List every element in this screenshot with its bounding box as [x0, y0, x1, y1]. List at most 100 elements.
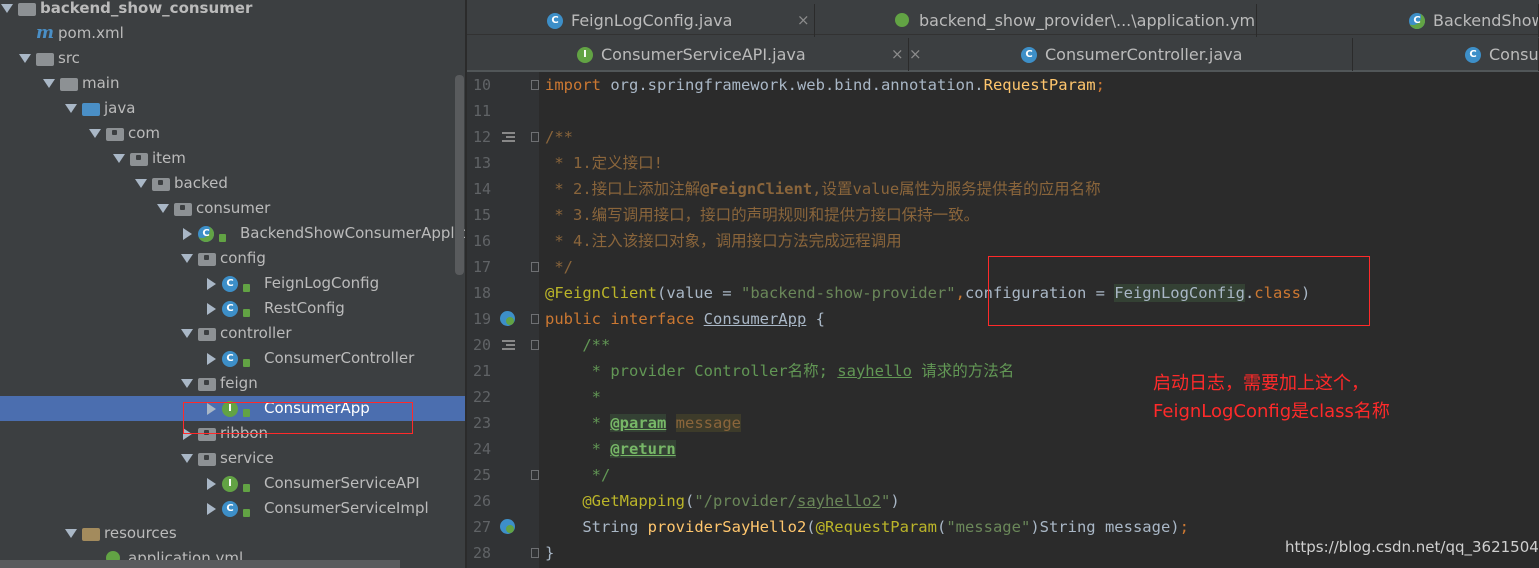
tree-item[interactable]: config: [0, 246, 465, 271]
tree-item-label: RestConfig: [264, 299, 345, 317]
editor-tab[interactable]: backend_show_provider\...\application.ym…: [815, 4, 1257, 37]
code-line-17[interactable]: */: [545, 254, 573, 280]
code-line-15[interactable]: * 3.编写调用接口，接口的声明规则和提供方接口保持一致。: [545, 202, 979, 228]
code-line-10[interactable]: import org.springframework.web.bind.anno…: [545, 72, 1105, 98]
code-token: (value =: [656, 284, 741, 302]
code-token: *: [545, 388, 601, 406]
code-line-16[interactable]: * 4.注入该接口对象，调用接口方法完成远程调用: [545, 228, 902, 254]
chevron-down-icon[interactable]: [64, 96, 78, 121]
fold-marker-icon[interactable]: [531, 262, 539, 272]
fold-marker-icon[interactable]: [531, 470, 539, 480]
tree-item[interactable]: C ConsumerController: [0, 346, 465, 371]
code-line-24[interactable]: * @return: [545, 436, 676, 462]
tree-item[interactable]: C RestConfig: [0, 296, 465, 321]
tree-item[interactable]: service: [0, 446, 465, 471]
chevron-right-icon[interactable]: [204, 346, 218, 371]
tree-item[interactable]: item: [0, 146, 465, 171]
tree-item[interactable]: src: [0, 46, 465, 71]
chevron-down-icon[interactable]: [180, 371, 194, 396]
fold-marker-icon[interactable]: [531, 132, 539, 142]
tree-item[interactable]: C BackendShowConsumerApplica: [0, 221, 465, 246]
close-icon[interactable]: ×: [891, 38, 904, 71]
tree-item[interactable]: C FeignLogConfig: [0, 271, 465, 296]
chevron-right-icon[interactable]: [204, 496, 218, 521]
editor-tab[interactable]: C FeignLogConfig.java ×: [467, 4, 815, 37]
annotation-line-2: FeignLogConfig是class名称: [1153, 401, 1390, 422]
doc-comment-toggle-icon[interactable]: [502, 132, 515, 142]
code-line-21[interactable]: * provider Controller名称; sayhello 请求的方法名: [545, 358, 1015, 384]
code-line-26[interactable]: @GetMapping("/provider/sayhello2"): [545, 488, 899, 514]
chevron-down-icon[interactable]: [134, 171, 148, 196]
chevron-right-icon[interactable]: [204, 271, 218, 296]
code-token: ConsumerApp: [703, 310, 807, 328]
line-number: 19: [472, 310, 491, 328]
fold-marker-icon[interactable]: [531, 340, 539, 350]
code-line-23[interactable]: * @param message: [545, 410, 741, 436]
chevron-down-icon[interactable]: [18, 46, 32, 71]
line-number: 11: [472, 102, 491, 120]
editor-tab[interactable]: C ConsumerController.java ×: [909, 38, 1353, 71]
yml-icon: [895, 13, 909, 27]
tree-scrollbar[interactable]: [455, 75, 464, 275]
code-line-27[interactable]: String providerSayHello2(@RequestParam("…: [545, 514, 1189, 540]
tree-horizontal-scrollbar[interactable]: [0, 560, 400, 568]
tree-item[interactable]: resources: [0, 521, 465, 546]
tree-item[interactable]: com: [0, 121, 465, 146]
code-token: * 4.注入该接口对象，调用接口方法完成远程调用: [545, 232, 902, 250]
tree-item[interactable]: m pom.xml: [0, 21, 465, 46]
editor-tab[interactable]: C Consum: [1353, 38, 1539, 71]
code-token: @return: [610, 440, 676, 458]
editor-tab[interactable]: I ConsumerServiceAPI.java ×: [467, 38, 909, 71]
tree-item[interactable]: controller: [0, 321, 465, 346]
code-line-12[interactable]: /**: [545, 124, 573, 150]
close-icon[interactable]: ×: [909, 38, 922, 71]
chevron-down-icon[interactable]: [180, 321, 194, 346]
package-icon: [174, 201, 192, 216]
code-line-22[interactable]: *: [545, 384, 601, 410]
code-token: (: [684, 492, 695, 510]
spring-bean-gutter-icon[interactable]: [500, 519, 515, 534]
chevron-down-icon[interactable]: [180, 246, 194, 271]
tree-item-label: service: [220, 449, 274, 467]
doc-comment-toggle-icon[interactable]: [502, 340, 515, 350]
chevron-down-icon[interactable]: [112, 146, 126, 171]
tree-item[interactable]: I ConsumerServiceAPI: [0, 471, 465, 496]
chevron-right-icon[interactable]: [204, 296, 218, 321]
tree-item-label: FeignLogConfig: [264, 274, 380, 292]
fold-marker-icon[interactable]: [531, 314, 539, 324]
code-line-19[interactable]: public interface ConsumerApp {: [545, 306, 825, 332]
code-line-25[interactable]: */: [545, 462, 611, 488]
tree-item[interactable]: java: [0, 96, 465, 121]
code-token: org.springframework.web.bind.annotation.: [601, 76, 984, 94]
chevron-right-icon[interactable]: [204, 471, 218, 496]
package-icon: [152, 176, 170, 191]
chevron-down-icon[interactable]: [88, 121, 102, 146]
close-icon[interactable]: ×: [797, 4, 810, 37]
chevron-down-icon[interactable]: [42, 71, 56, 96]
package-icon: [198, 451, 216, 466]
code-line-13[interactable]: * 1.定义接口!: [545, 150, 663, 176]
chevron-down-icon[interactable]: [0, 0, 14, 21]
chevron-right-icon[interactable]: [180, 221, 194, 246]
chevron-down-icon[interactable]: [180, 446, 194, 471]
tree-item[interactable]: feign: [0, 371, 465, 396]
fold-marker-icon[interactable]: [531, 80, 539, 90]
editor-tab[interactable]: C BackendShowP: [1257, 4, 1539, 37]
tab-label: backend_show_provider\...\application.ym…: [919, 11, 1257, 30]
tree-item[interactable]: C ConsumerServiceImpl: [0, 496, 465, 521]
line-number: 14: [472, 180, 491, 198]
code-token: providerSayHello2: [647, 518, 807, 536]
tree-item-label: controller: [220, 324, 292, 342]
tree-item[interactable]: backend_show_consumer: [0, 0, 465, 21]
spring-bean-gutter-icon[interactable]: [500, 311, 515, 326]
fold-marker-icon[interactable]: [531, 548, 539, 558]
code-line-20[interactable]: /**: [545, 332, 610, 358]
chevron-down-icon[interactable]: [156, 196, 170, 221]
tree-item[interactable]: main: [0, 71, 465, 96]
chevron-down-icon[interactable]: [64, 521, 78, 546]
code-line-28[interactable]: }: [545, 540, 554, 566]
tree-item[interactable]: consumer: [0, 196, 465, 221]
code-line-14[interactable]: * 2.接口上添加注解@FeignClient,设置value属性为服务提供者的…: [545, 176, 1100, 202]
folder-icon: [60, 76, 78, 91]
tree-item[interactable]: backed: [0, 171, 465, 196]
